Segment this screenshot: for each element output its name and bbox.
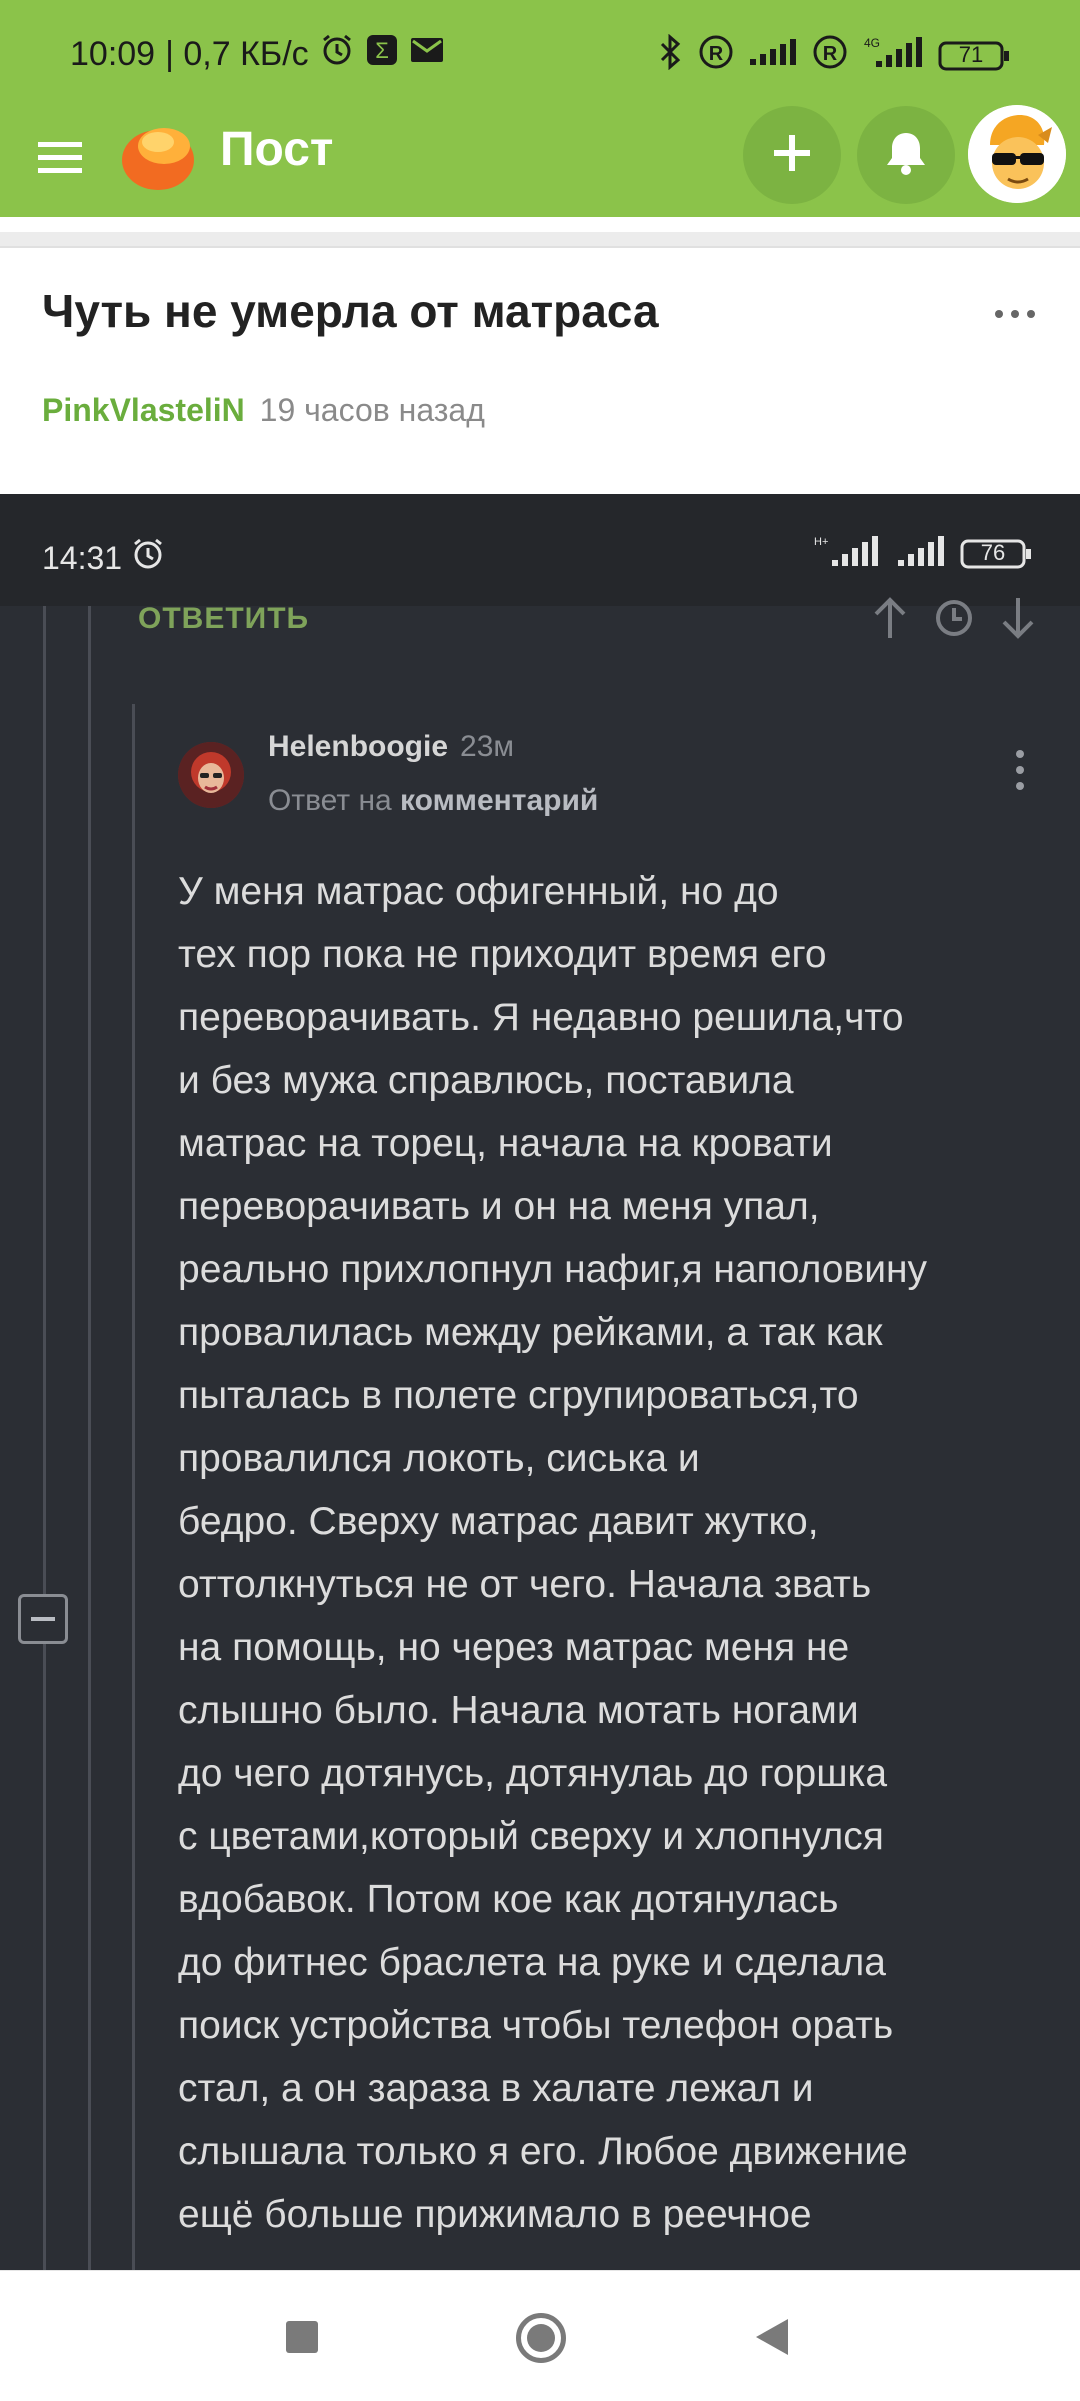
bell-icon <box>884 129 928 182</box>
comment-line: реально прихлопнул нафиг,я наполовину <box>178 1248 928 1291</box>
recents-icon[interactable] <box>286 2321 318 2353</box>
mail-icon <box>409 35 445 74</box>
svg-text:4G: 4G <box>864 36 880 50</box>
comment-line: переворачивать. Я недавно решила,что <box>178 996 904 1039</box>
comment-line: ещё больше прижимало в реечное <box>178 2193 812 2236</box>
menu-icon[interactable] <box>36 133 86 183</box>
notifications-button[interactable] <box>857 106 955 204</box>
add-post-button[interactable] <box>743 106 841 204</box>
comment-line: стал, а он зараза в халате лежал и <box>178 2067 814 2110</box>
post-meta: PinkVlasteliN 19 часов назад <box>42 392 485 429</box>
reply-to: Ответ на комментарий <box>268 784 598 818</box>
comment-text: У меня матрас офигенный, но до тех пор п… <box>178 860 1048 2246</box>
app-notification-icon: Σ <box>365 33 399 76</box>
plus-icon <box>770 131 814 180</box>
comment-line: бедро. Сверху матрас давит жутко, <box>178 1500 819 1543</box>
user-avatar[interactable] <box>968 105 1066 203</box>
more-options-icon[interactable] <box>995 310 1035 318</box>
comment-line: тех пор пока не приходит время его <box>178 933 827 976</box>
roaming-icon: R <box>698 34 734 78</box>
page-title: Пост <box>220 123 334 176</box>
battery-level: 76 <box>980 539 1006 565</box>
comment-line: У меня матрас офигенный, но до <box>178 870 779 913</box>
network-speed: | 0,7 КБ/с <box>165 35 309 73</box>
thread-line <box>88 606 91 2270</box>
comment-line: переворачивать и он на меня упал, <box>178 1185 820 1228</box>
alarm-icon <box>130 536 166 580</box>
comment-line: до чего дотянусь, дотянулаь до горшка <box>178 1752 888 1795</box>
comment-line: провалился локоть, сиська и <box>178 1437 700 1480</box>
comment-line: пыталась в полете сгрупироваться,то <box>178 1374 859 1417</box>
minus-icon <box>31 1617 55 1621</box>
comment-line: на помощь, но через матрас меня не <box>178 1626 850 1669</box>
comment-line: до фитнес браслета на руке и сделала <box>178 1941 886 1984</box>
thread-line <box>132 704 135 2270</box>
commenter-avatar[interactable] <box>178 742 244 808</box>
arrow-down-icon[interactable] <box>998 596 1038 645</box>
comment-more-icon[interactable] <box>1016 750 1024 790</box>
reply-prefix: Ответ на <box>268 784 392 817</box>
svg-text:R: R <box>823 43 838 65</box>
divider <box>0 232 1080 248</box>
reply-target-link[interactable]: комментарий <box>400 784 598 817</box>
bluetooth-icon <box>656 33 684 78</box>
signal-icon: 4G <box>862 35 924 77</box>
battery-icon: 71 <box>938 40 1010 72</box>
svg-text:H+: H+ <box>814 536 828 548</box>
roaming-icon: R <box>812 34 848 78</box>
comment-line: провалилась между рейками, а так как <box>178 1311 883 1354</box>
comment-line: и без мужа справлюсь, поставила <box>178 1059 794 1102</box>
app-bar: Пост <box>0 100 1080 217</box>
collapse-thread-button[interactable] <box>18 1594 68 1644</box>
clock-icon[interactable] <box>934 598 974 643</box>
comment-line: оттолкнуться не от чего. Начала звать <box>178 1563 872 1606</box>
comment-line: поиск устройства чтобы телефон орать <box>178 2004 894 2047</box>
back-icon[interactable] <box>756 2319 788 2355</box>
comment-username[interactable]: Helenboogie <box>268 730 448 763</box>
image-status-time: 14:31 <box>42 539 123 576</box>
reply-button[interactable]: ОТВЕТИТЬ <box>138 602 309 636</box>
comment-nav <box>870 596 1038 645</box>
comment-line: матрас на торец, начала на кровати <box>178 1122 833 1165</box>
battery-icon: 76 <box>960 538 1032 570</box>
status-time: 10:09 <box>70 35 156 73</box>
author-link[interactable]: PinkVlasteliN <box>42 392 245 428</box>
post-header: Чуть не умерла от матраса PinkVlasteliN … <box>0 248 1080 494</box>
signal-icon <box>748 37 798 75</box>
post-time: 19 часов назад <box>259 392 485 428</box>
signal-icon: H+ <box>812 534 882 573</box>
arrow-up-icon[interactable] <box>870 596 910 645</box>
svg-text:R: R <box>709 43 724 65</box>
alarm-icon <box>319 32 355 77</box>
thread-line <box>43 606 46 2270</box>
comment-line: слышала только я его. Любое движение <box>178 2130 908 2173</box>
comment-line: с цветами,который сверху и хлопнулся <box>178 1815 884 1858</box>
post-title[interactable]: Чуть не умерла от матраса <box>42 284 659 338</box>
svg-text:Σ: Σ <box>375 38 389 63</box>
signal-icon <box>896 534 946 573</box>
comment-time: 23м <box>460 730 515 763</box>
system-nav-bar <box>0 2270 1080 2401</box>
home-icon[interactable] <box>516 2313 566 2363</box>
battery-level: 71 <box>958 42 984 67</box>
app-header: 10:09 | 0,7 КБ/с Σ R R 4G 71 Пост <box>0 0 1080 217</box>
comment-line: вдобавок. Потом кое как дотянулась <box>178 1878 839 1921</box>
image-status-bar: 14:31 H+ 76 <box>0 494 1080 606</box>
post-image: 14:31 H+ 76 ОТВЕТИТЬ Helenboogie 23м Отв… <box>0 494 1080 2270</box>
pikabu-logo <box>118 112 198 192</box>
comment-line: слышно было. Начала мотать ногами <box>178 1689 859 1732</box>
comment-author: Helenboogie 23м <box>268 730 514 764</box>
